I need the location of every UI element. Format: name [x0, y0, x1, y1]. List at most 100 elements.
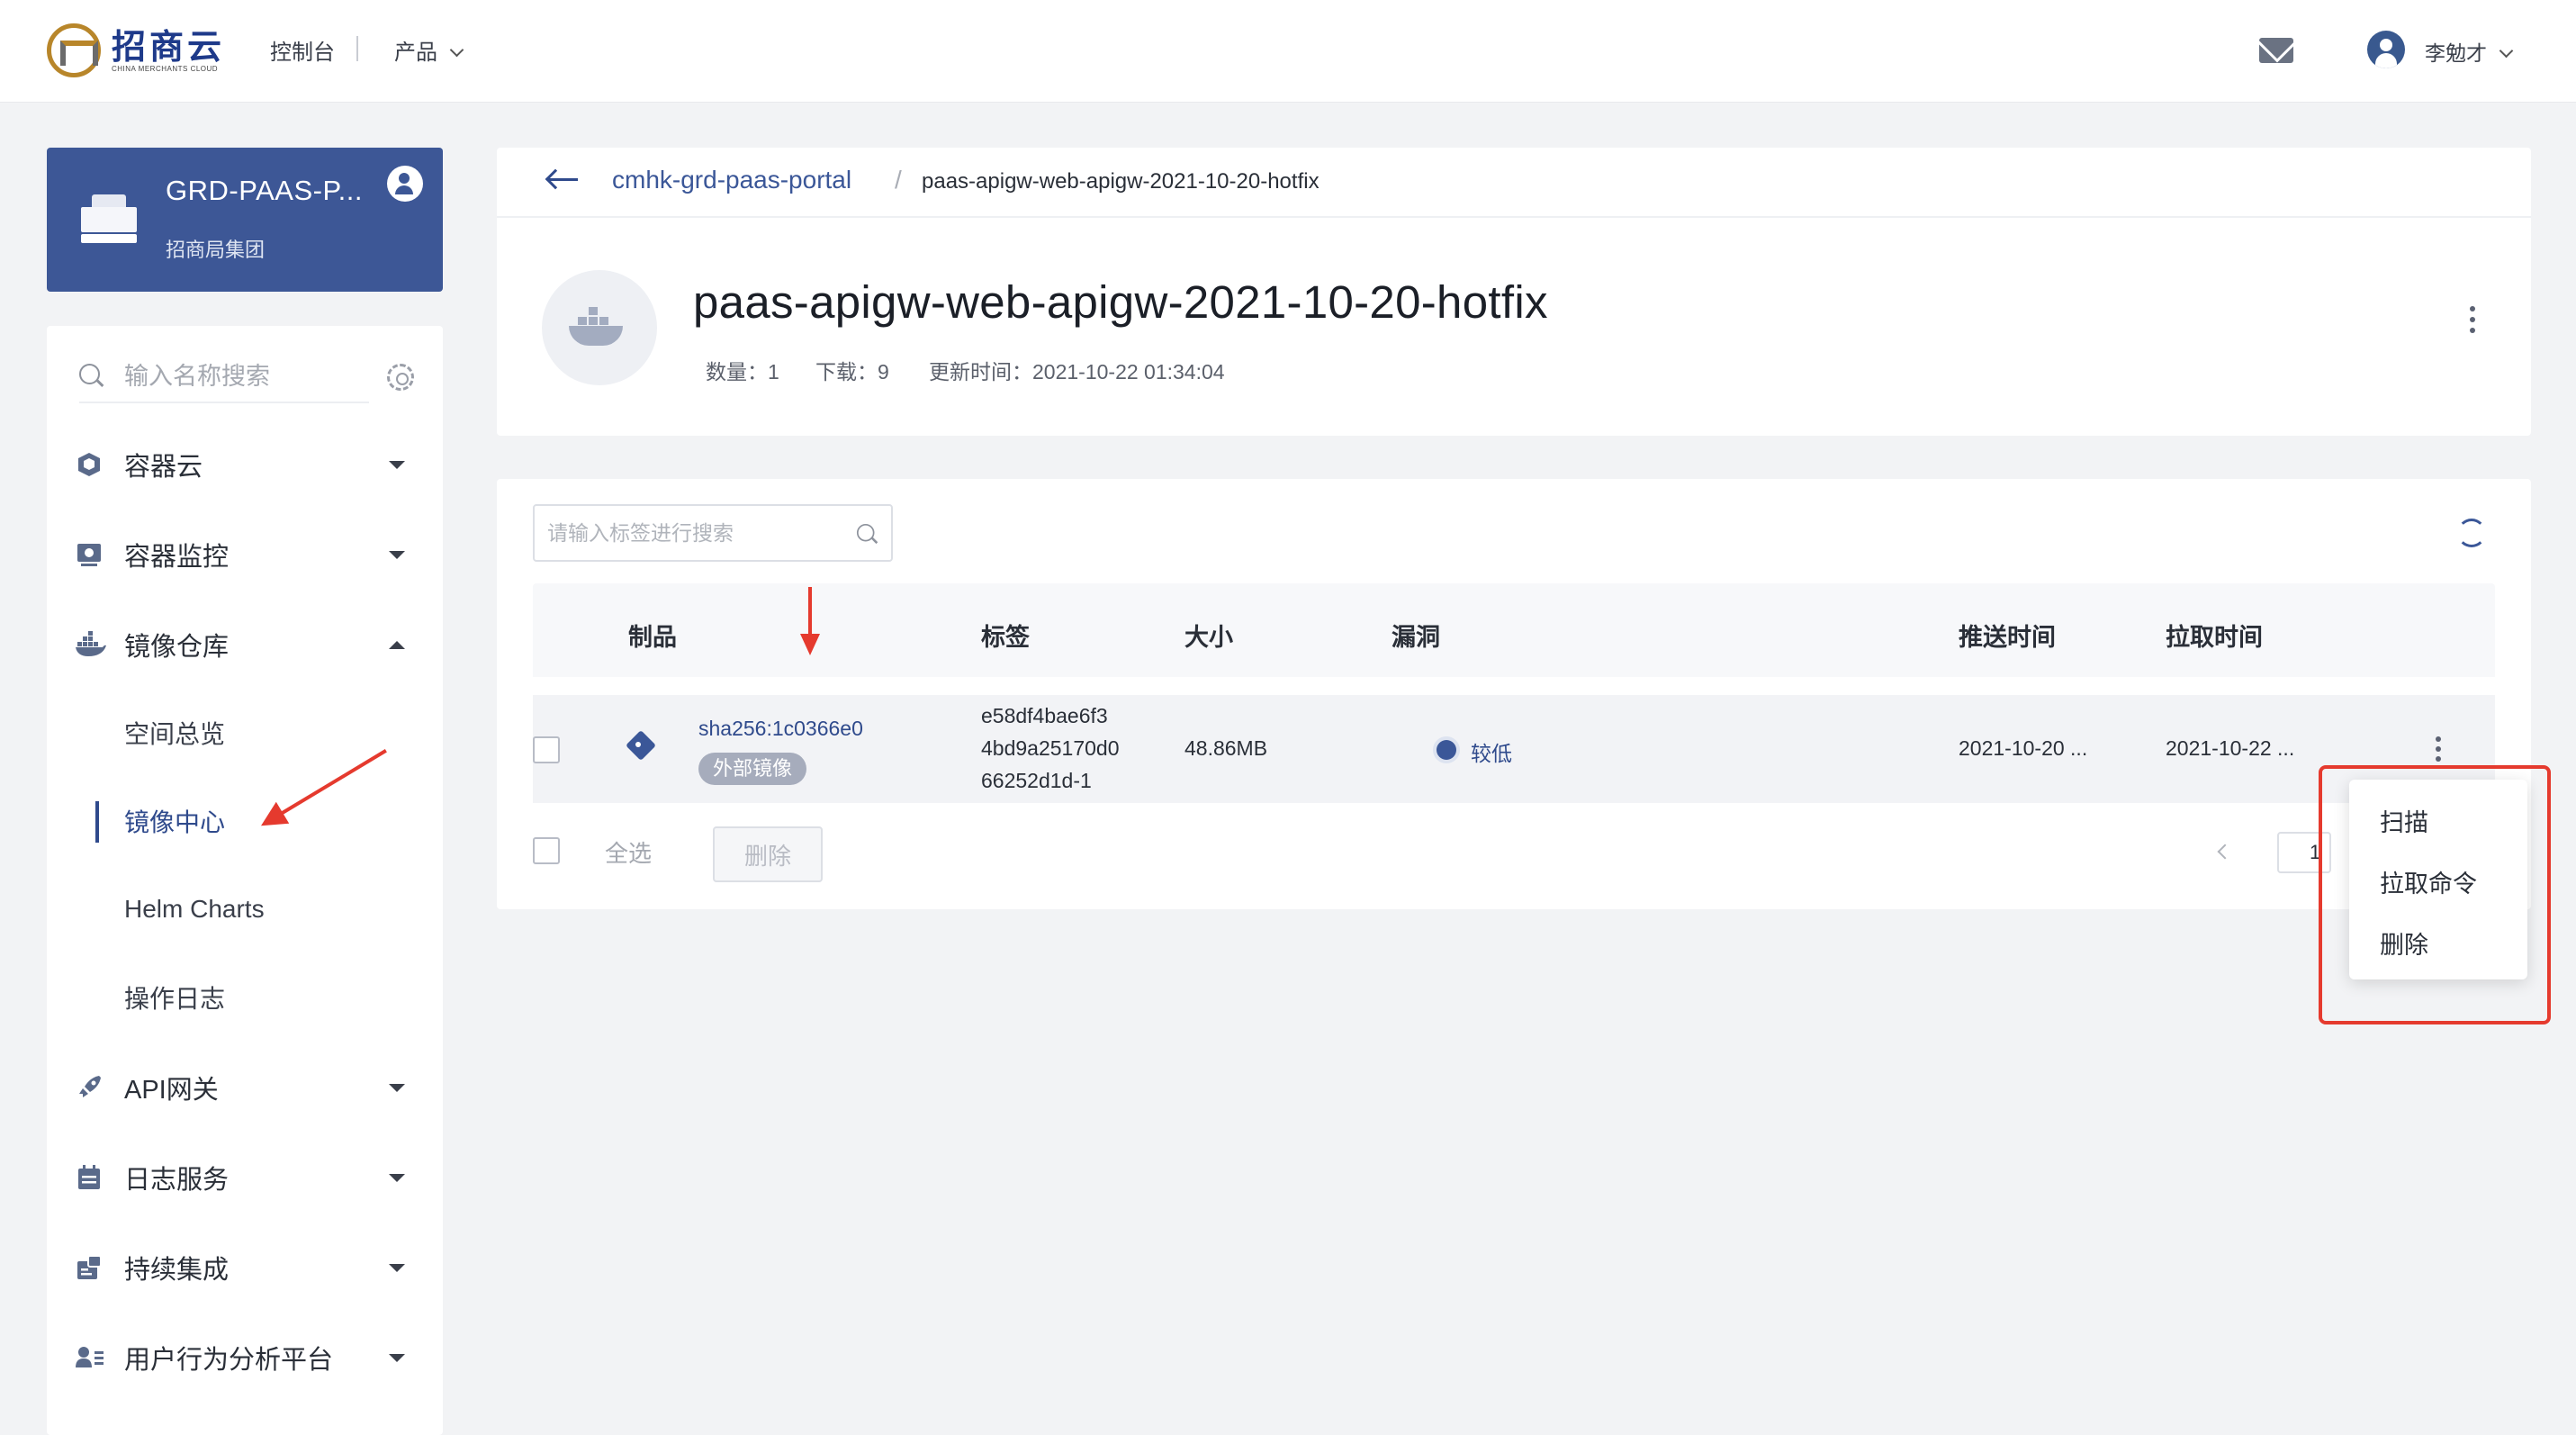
sidebar-item-container-monitor[interactable]: 容器监控: [47, 528, 443, 582]
caret-down-icon: [389, 1353, 405, 1362]
cube-icon: [76, 451, 103, 478]
column-header-pull-time: 拉取时间: [2166, 624, 2263, 651]
docker-whale-icon: [569, 306, 630, 349]
chevron-down-icon: [2499, 43, 2514, 59]
push-time-value: 2021-10-20 ...: [1959, 736, 2088, 760]
pipeline-icon: [76, 1254, 103, 1281]
breadcrumb: cmhk-grd-paas-portal / paas-apigw-web-ap…: [497, 148, 2531, 218]
sidebar-item-ci[interactable]: 持续集成: [47, 1241, 443, 1295]
size-value: 48.86MB: [1184, 736, 1268, 760]
table-row[interactable]: sha256:1c0366e0 外部镜像 e58df4bae6f3 4bd9a2…: [533, 695, 2495, 803]
chevron-left-icon[interactable]: [2217, 844, 2233, 860]
gear-icon[interactable]: [387, 364, 414, 391]
select-all-label[interactable]: 全选: [605, 835, 652, 869]
project-name: GRD-PAAS-P...: [166, 175, 363, 206]
tag-search-box: [533, 504, 893, 562]
sidebar-item-user-analytics[interactable]: 用户行为分析平台: [47, 1331, 443, 1385]
sidebar-subitem-label: Helm Charts: [124, 895, 265, 923]
tag-icon: [626, 731, 662, 767]
monitor-icon: [76, 541, 103, 568]
mail-icon[interactable]: [2259, 38, 2293, 63]
artifact-digest-link[interactable]: sha256:1c0366e0: [698, 717, 863, 741]
repo-updated-time: 更新时间：2021-10-22 01:34:04: [929, 360, 1225, 384]
sidebar-search: [79, 353, 418, 402]
tag-search-input[interactable]: [547, 517, 835, 549]
sidebar-item-log-service[interactable]: 日志服务: [47, 1151, 443, 1205]
nav-products-label: 产品: [394, 41, 437, 65]
sidebar-search-input[interactable]: [124, 358, 349, 394]
sidebar-item-label: 镜像仓库: [124, 633, 230, 662]
tag-value: 66252d1d-1: [981, 769, 1092, 792]
top-nav: 招商云 CHINA MERCHANTS CLOUD 控制台 产品 李勉才: [0, 0, 2576, 103]
sidebar-item-label: 日志服务: [124, 1166, 230, 1195]
user-list-icon: [76, 1344, 104, 1371]
active-indicator: [95, 801, 99, 843]
annotation-highlight-box: [2319, 765, 2551, 1024]
external-image-badge: 外部镜像: [698, 753, 807, 785]
sidebar-subitem-label: 操作日志: [124, 985, 226, 1013]
column-header-vulnerability: 漏洞: [1392, 624, 1440, 651]
sidebar-subitem-operation-log[interactable]: 操作日志: [47, 970, 443, 1024]
user-menu[interactable]: 李勉才: [2425, 36, 2514, 67]
repo-downloads: 下载：9: [815, 360, 889, 384]
nav-console-link[interactable]: 控制台: [270, 34, 335, 66]
tag-value: e58df4bae6f3: [981, 704, 1108, 727]
project-member-icon[interactable]: [387, 166, 423, 202]
sidebar-item-label: API网关: [124, 1076, 219, 1105]
artifact-table-card: 制品 标签 大小 漏洞 推送时间 拉取时间 sha256:1c0366e0 外部…: [497, 479, 2531, 909]
vulnerability-level[interactable]: 较低: [1471, 736, 1512, 767]
pull-time-value: 2021-10-22 ...: [2166, 736, 2295, 760]
search-icon: [79, 364, 103, 387]
column-header-artifact: 制品: [628, 624, 677, 651]
breadcrumb-parent-link[interactable]: cmhk-grd-paas-portal: [612, 166, 851, 194]
tag-value: 4bd9a25170d0: [981, 736, 1120, 760]
vulnerability-level-dot: [1437, 740, 1456, 760]
avatar[interactable]: [2367, 31, 2405, 68]
docker-whale-icon: [76, 631, 106, 658]
caret-down-icon: [389, 1263, 405, 1272]
caret-down-icon: [389, 460, 405, 469]
repo-header-card: cmhk-grd-paas-portal / paas-apigw-web-ap…: [497, 148, 2531, 436]
repo-count: 数量：1: [706, 360, 779, 384]
logo-mark-icon: [47, 23, 101, 77]
sidebar-item-container-cloud[interactable]: 容器云: [47, 438, 443, 492]
select-all-checkbox[interactable]: [533, 837, 560, 864]
logo-subtext: CHINA MERCHANTS CLOUD: [112, 64, 219, 73]
project-card[interactable]: GRD-PAAS-P... 招商局集团: [47, 148, 443, 292]
table-header: 制品 标签 大小 漏洞 推送时间 拉取时间: [533, 583, 2495, 677]
sidebar-item-api-gateway[interactable]: API网关: [47, 1060, 443, 1115]
column-header-push-time: 推送时间: [1959, 624, 2056, 651]
refresh-icon[interactable]: [2457, 519, 2486, 547]
breadcrumb-separator: /: [895, 166, 902, 194]
project-icon: [81, 194, 137, 243]
sidebar-item-image-registry[interactable]: 镜像仓库: [47, 618, 443, 672]
row-checkbox[interactable]: [533, 736, 560, 763]
page-title: paas-apigw-web-apigw-2021-10-20-hotfix: [693, 276, 1548, 328]
nav-products-menu[interactable]: 产品: [394, 34, 464, 66]
bulk-delete-button[interactable]: 删除: [713, 826, 823, 882]
sidebar-subitem-image-center[interactable]: 镜像中心: [47, 794, 443, 848]
rocket-icon: [76, 1074, 103, 1101]
back-arrow-icon[interactable]: [549, 178, 578, 181]
row-more-options-icon[interactable]: [2436, 736, 2441, 763]
sidebar-item-label: 持续集成: [124, 1256, 230, 1285]
brand-logo[interactable]: 招商云 CHINA MERCHANTS CLOUD: [47, 23, 225, 77]
chevron-down-icon: [449, 42, 464, 58]
logo-text: 招商云: [112, 25, 226, 67]
sidebar-subitem-label: 镜像中心: [124, 808, 226, 836]
sidebar: 容器云 容器监控 镜像仓库 空间总览 镜像中心 Helm Charts 操作日志…: [47, 326, 443, 1435]
caret-down-icon: [389, 1083, 405, 1092]
sidebar-subitem-label: 空间总览: [124, 720, 226, 748]
breadcrumb-current: paas-apigw-web-apigw-2021-10-20-hotfix: [922, 169, 1320, 194]
sidebar-subitem-helm-charts[interactable]: Helm Charts: [47, 882, 443, 936]
column-header-size: 大小: [1184, 624, 1233, 651]
project-org: 招商局集团: [166, 239, 266, 261]
more-options-icon[interactable]: [2470, 306, 2475, 333]
search-icon[interactable]: [856, 523, 877, 544]
sidebar-item-label: 容器云: [124, 453, 203, 482]
nav-divider: [356, 36, 358, 61]
column-header-tag: 标签: [981, 624, 1030, 651]
caret-down-icon: [389, 550, 405, 559]
caret-down-icon: [389, 1173, 405, 1182]
caret-up-icon: [389, 640, 405, 649]
